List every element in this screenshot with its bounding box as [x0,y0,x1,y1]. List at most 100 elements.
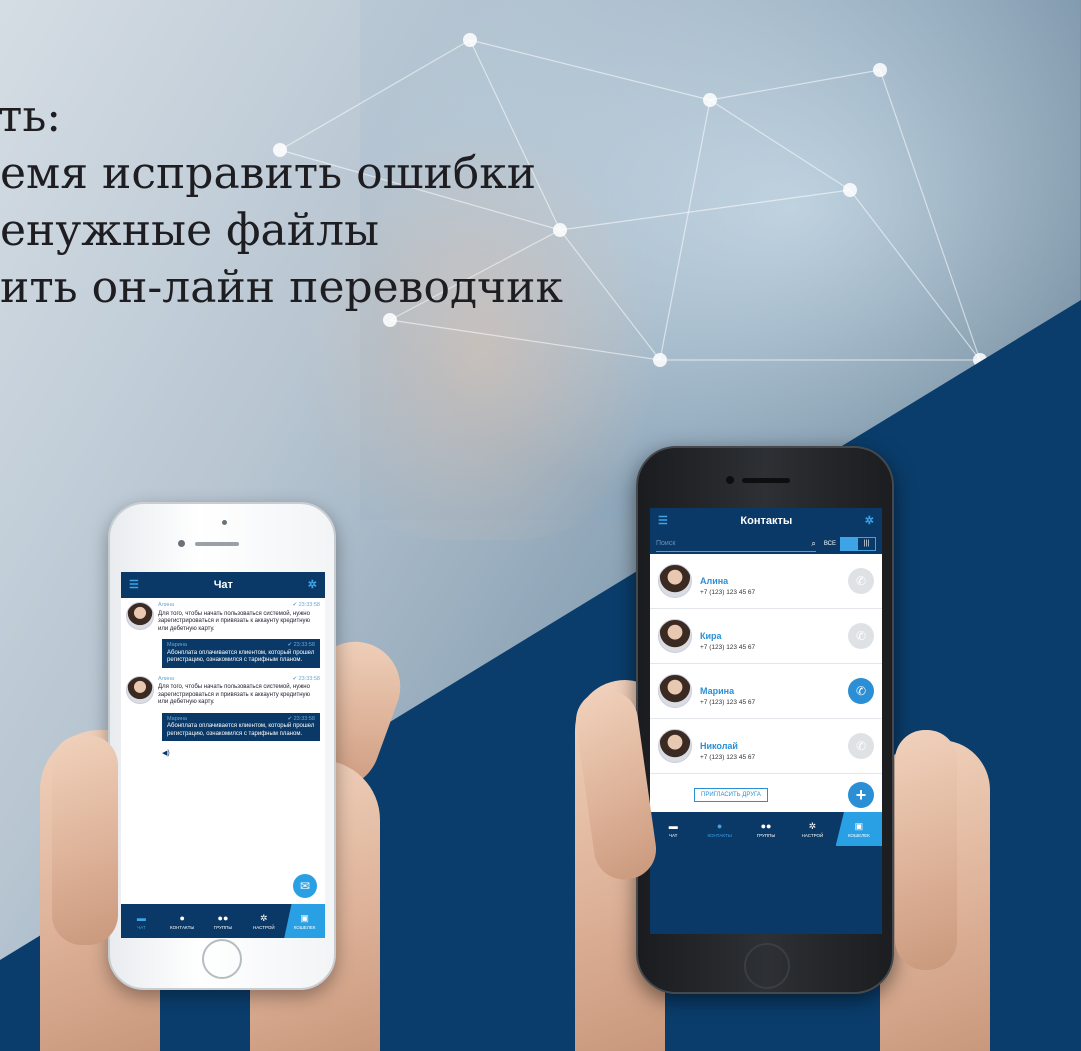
contact-name: Кира [700,631,722,641]
screen-bottom-area [650,846,882,934]
tab-label: ЧАТ [137,924,146,930]
contacts-tabbar: ▬ ЧАТ ● КОНТАКТЫ ●● ГРУППЫ ✲ НАСТРОЙ ▣ КОШЕЛЕ… [650,812,882,846]
search-placeholder: Поиск [656,540,676,547]
tab-settings[interactable]: ✲ НАСТРОЙ [243,904,284,938]
headline-line-2: емя исправить ошибки [0,148,537,199]
message-outgoing: Марина ✔ 23:33:58 Абонплата оплачивается … [162,712,320,741]
tab-label: ЧАТ [669,832,678,838]
tab-contacts[interactable]: ● КОНТАКТЫ [162,904,203,938]
chat-icon: ▬ [136,912,146,923]
message-time: 23:33:58 [298,675,320,682]
message-incoming: Алина ✔ 23:33:58 Для того, чтобы начать п… [126,675,320,707]
search-row: Поиск ⌕ ВСЕ ||| [650,534,882,554]
toggle-switch[interactable]: ||| [840,537,876,551]
tab-label: ГРУППЫ [213,924,233,930]
phone-icon[interactable]: ✆ [848,733,874,759]
tab-label: НАСТРОЙ [252,924,275,930]
message-outgoing: Марина ✔ 23:33:58 Абонплата оплачивается … [162,639,320,668]
avatar [126,675,154,704]
message-text: Абонплата оплачивается клиентом, который… [167,649,315,664]
chat-tabbar: ▬ ЧАТ ● КОНТАКТЫ ●● ГРУППЫ ✲ НАСТРОЙ ▣ КОШЕЛЕ… [121,904,325,938]
filter-toggle[interactable]: ВСЕ ||| [824,537,876,551]
wallet-icon: ▣ [854,820,864,831]
headline-line-4: ить он-лайн переводчик [0,262,563,313]
avatar [126,602,154,630]
avatar [658,729,692,763]
tab-groups[interactable]: ●● ГРУППЫ [203,904,244,938]
right-hand-fingers [895,730,957,970]
invite-friend-button[interactable]: ПРИГЛАСИТЬ ДРУГА [694,788,768,802]
search-input[interactable]: Поиск ⌕ [656,537,816,552]
filter-all-label: ВСЕ [823,541,836,547]
avatar [658,564,692,598]
message-time: 23:33:58 [293,642,315,648]
gear-icon[interactable]: ✲ [308,579,317,591]
chat-screen: ☰ Чат ✲ Алина ✔ 23:33:58 Для того, чтобы … [121,572,325,938]
list-item[interactable]: Николай +7 (123) 123 45 67 ✆ [650,719,882,774]
contact-phone: +7 (123) 123 45 67 [700,699,756,706]
tab-chat[interactable]: ▬ ЧАТ [650,812,696,846]
message-author: Алина [158,602,175,608]
phone-icon[interactable]: ✆ [848,678,874,704]
home-button[interactable] [202,939,242,979]
hamburger-icon[interactable]: ☰ [129,579,139,591]
left-hand-fingers [52,735,118,945]
contacts-screen: ☰ Контакты ✲ Поиск ⌕ ВСЕ ||| Алина +7 (12… [650,508,882,934]
tab-wallet[interactable]: ▣ КОШЕЛЕК [835,812,882,846]
tab-chat[interactable]: ▬ ЧАТ [121,904,162,938]
contacts-appbar: ☰ Контакты ✲ [650,508,882,534]
message-text: Абонплата оплачивается клиентом, который… [167,723,315,737]
tab-label: КОШЕЛЕК [293,924,316,930]
contact-name: Николай [700,741,738,751]
person-icon: ● [179,912,185,923]
tab-label: КОНТАКТЫ [170,924,195,930]
front-camera [178,540,185,547]
list-item[interactable]: Кира +7 (123) 123 45 67 ✆ [650,609,882,664]
chat-appbar: ☰ Чат ✲ [121,572,325,598]
front-sensor [222,520,227,525]
headline-line-3: енужные файлы [0,205,380,256]
check-icon: ✔ [292,675,298,682]
person-icon: ● [716,820,723,831]
tab-wallet[interactable]: ▣ КОШЕЛЕК [284,904,325,938]
front-camera [726,476,734,484]
group-icon: ●● [760,820,772,831]
message-author: Алина [158,675,175,682]
headline: ть: емя исправить ошибки енужные файлы и… [0,88,563,316]
message-time: 23:33:58 [293,715,315,722]
phone-icon[interactable]: ✆ [848,568,874,594]
mail-icon[interactable]: ✉ [293,874,317,898]
group-icon: ●● [217,912,229,923]
add-icon[interactable]: + [848,782,874,808]
gear-icon: ✲ [260,912,268,923]
tab-groups[interactable]: ●● ГРУППЫ [743,812,789,846]
list-item[interactable]: Алина +7 (123) 123 45 67 ✆ [650,554,882,609]
search-icon[interactable]: ⌕ [811,539,815,549]
invite-row: ПРИГЛАСИТЬ ДРУГА + [650,778,882,812]
speaker-icon[interactable]: ◀) [162,749,320,757]
headline-line-1: ть: [0,91,62,142]
gear-icon[interactable]: ✲ [865,515,874,527]
chat-icon: ▬ [668,820,678,831]
home-button[interactable] [744,943,790,989]
tab-label: КОНТАКТЫ [707,832,732,838]
list-item[interactable]: Марина +7 (123) 123 45 67 ✆ [650,664,882,719]
hamburger-icon[interactable]: ☰ [658,515,668,527]
message-text: Для того, чтобы начать пользоваться сист… [158,684,311,705]
tab-label: НАСТРОЙ [801,832,824,838]
contact-phone: +7 (123) 123 45 67 [700,754,756,761]
tab-settings[interactable]: ✲ НАСТРОЙ [789,812,835,846]
contact-phone: +7 (123) 123 45 67 [700,589,756,596]
contact-name: Алина [700,576,729,586]
tab-label: ГРУППЫ [756,832,776,838]
earpiece [195,542,239,546]
contact-phone: +7 (123) 123 45 67 [700,644,756,651]
tab-label: КОШЕЛЕК [847,832,870,838]
phone-icon[interactable]: ✆ [848,623,874,649]
earpiece [742,478,790,483]
black-phone: ☰ Контакты ✲ Поиск ⌕ ВСЕ ||| Алина +7 (12… [636,446,894,994]
columns-icon: ||| [863,540,870,547]
message-author: Марина [167,642,187,648]
message-incoming: Алина ✔ 23:33:58 Для того, чтобы начать п… [126,602,320,633]
tab-contacts[interactable]: ● КОНТАКТЫ [696,812,742,846]
